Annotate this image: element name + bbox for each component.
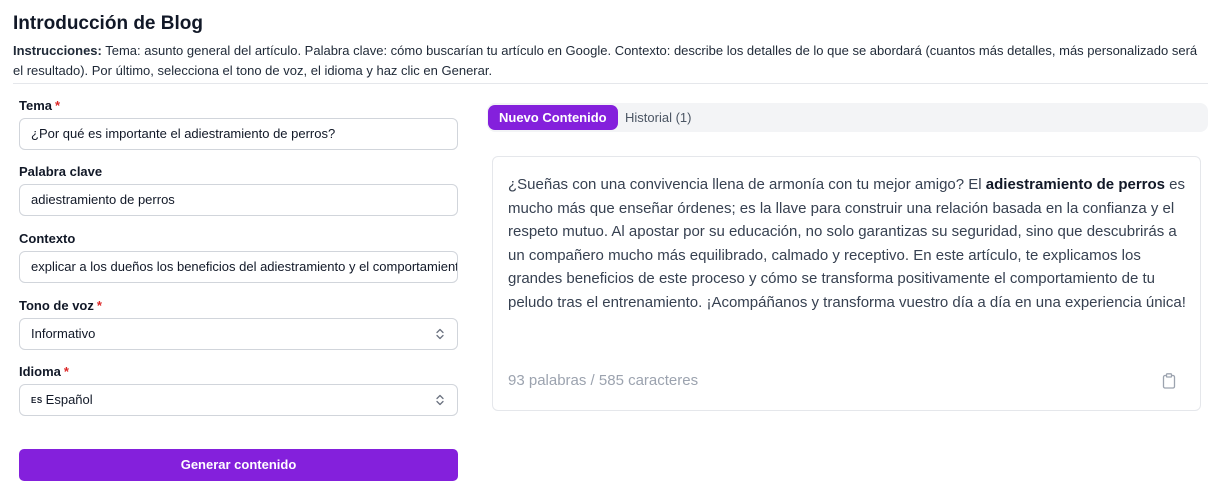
required-mark: * (55, 98, 61, 113)
instructions: Instrucciones: Tema: asunto general del … (13, 41, 1198, 81)
word-char-count: 93 palabras / 585 caracteres (508, 372, 699, 389)
tono-label: Tono de voz (19, 298, 94, 313)
flag-es-icon: ES (31, 396, 43, 405)
required-mark: * (96, 298, 102, 313)
idioma-label: Idioma (19, 364, 61, 379)
required-mark: * (63, 364, 69, 379)
result-card: ¿Sueñas con una convivencia llena de arm… (492, 156, 1201, 411)
tono-value: Informativo (31, 326, 96, 341)
field-tema: Tema * ¿Por qué es importante el adiestra… (19, 96, 458, 150)
header-divider (13, 83, 1208, 84)
chevron-up-down-icon (436, 328, 444, 340)
generate-button[interactable]: Generar contenido (19, 449, 458, 481)
clipboard-icon[interactable] (1162, 373, 1176, 389)
palabra-clave-input[interactable]: adiestramiento de perros (19, 184, 458, 216)
field-palabra-clave: Palabra clave adiestramiento de perros (19, 162, 458, 216)
tono-select[interactable]: Informativo (19, 318, 458, 350)
instructions-text: Tema: asunto general del artículo. Palab… (13, 43, 1198, 78)
content-part-2: es mucho más que enseñar órdenes; es la … (508, 176, 1186, 311)
page-title: Introducción de Blog (13, 13, 203, 34)
instructions-label: Instrucciones: (13, 43, 102, 58)
idioma-value: Español (45, 392, 93, 407)
field-tono: Tono de voz * Informativo (19, 296, 458, 350)
contexto-label: Contexto (19, 231, 76, 246)
content-keyword: adiestramiento de perros (985, 176, 1166, 193)
page-header: Introducción de Blog Instrucciones: Tema… (13, 12, 1208, 81)
contexto-input[interactable]: explicar a los dueños los beneficios del… (19, 251, 458, 283)
idioma-select[interactable]: ES Español (19, 384, 458, 416)
tema-input[interactable]: ¿Por qué es importante el adiestramiento… (19, 118, 458, 150)
content-part-1: ¿Sueñas con una convivencia llena de arm… (508, 176, 986, 193)
tema-label: Tema (19, 98, 52, 113)
generated-content: ¿Sueñas con una convivencia llena de arm… (508, 173, 1188, 314)
palabra-clave-label: Palabra clave (19, 164, 103, 179)
field-idioma: Idioma * ES Español (19, 362, 458, 416)
tab-bar: Nuevo Contenido Historial (1) (487, 103, 1208, 132)
field-contexto: Contexto explicar a los dueños los benef… (19, 229, 458, 283)
tab-nuevo-contenido[interactable]: Nuevo Contenido (488, 105, 618, 130)
chevron-up-down-icon (436, 394, 444, 406)
tab-historial[interactable]: Historial (1) (614, 105, 702, 130)
